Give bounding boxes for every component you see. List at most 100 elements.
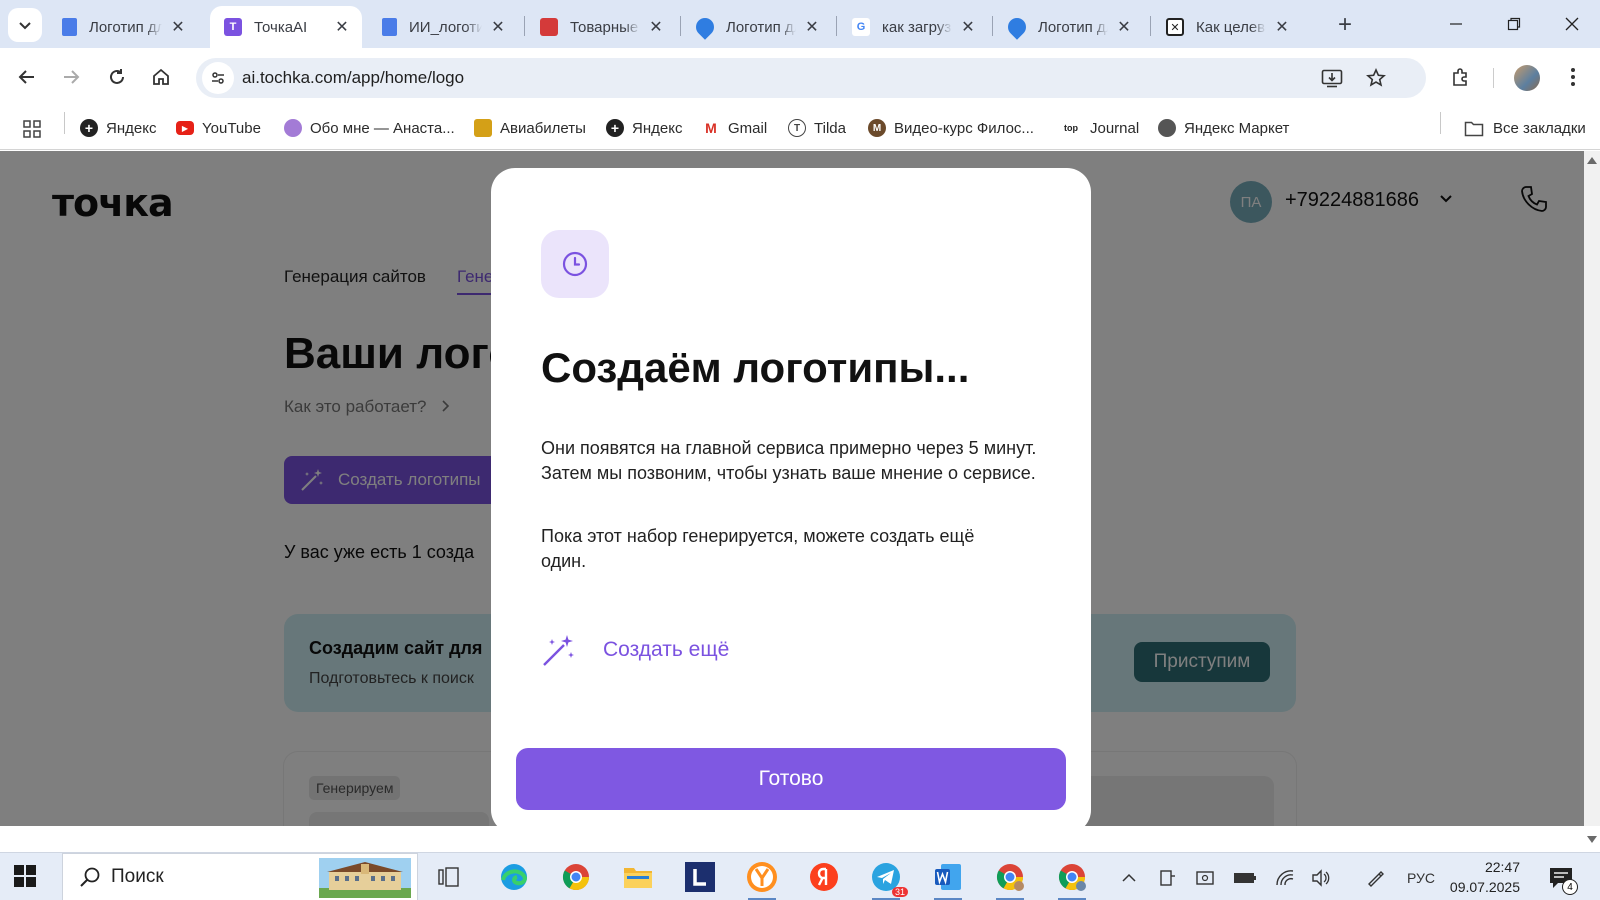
forward-button[interactable] [56,62,86,92]
menu-button[interactable] [1560,64,1586,90]
windows-start-icon[interactable] [14,865,36,887]
bookmark-item[interactable]: + Яндекс [606,116,682,140]
journal-icon: top [1060,119,1082,137]
browser-tab[interactable]: T ТочкаAI ✕ [210,6,362,48]
taskbar-explorer[interactable] [620,859,656,895]
scroll-up-arrow[interactable] [1587,157,1597,164]
browser-tab[interactable]: Логотип для ✕ [994,6,1144,48]
close-tab-icon[interactable]: ✕ [646,17,666,37]
install-app-button[interactable] [1320,66,1344,90]
tab-title: Логотип для [726,18,796,36]
close-tab-icon[interactable]: ✕ [1272,17,1292,37]
bookmark-item[interactable]: M Gmail [702,116,767,140]
tray-volume[interactable] [1310,867,1332,889]
browser-tab[interactable]: ✕ Как целевой ✕ [1152,6,1302,48]
minimize-button[interactable] [1434,8,1478,40]
google-g-icon: G [852,18,870,36]
bookmark-item[interactable]: Яндекс Маркет [1158,116,1289,140]
url-text[interactable]: ai.tochka.com/app/home/logo [242,68,464,88]
extensions-button[interactable] [1448,64,1474,90]
taskbar-word[interactable] [930,859,966,900]
close-tab-icon[interactable]: ✕ [1114,17,1134,37]
site-info-button[interactable] [202,62,234,94]
yandex-icon [810,863,838,891]
restore-button[interactable] [1492,8,1536,40]
all-bookmarks-button[interactable]: Все закладки [1464,116,1586,140]
taskbar-search[interactable]: Поиск [62,853,418,900]
close-tab-icon[interactable]: ✕ [802,17,822,37]
task-view-button[interactable] [432,859,468,895]
home-button[interactable] [146,62,176,92]
browser-tab[interactable]: Логотип для ✕ [682,6,832,48]
folder-icon [1464,121,1484,137]
tab-separator [992,16,993,36]
back-button[interactable] [12,62,42,92]
tray-meet[interactable] [1194,867,1216,889]
browser-tab[interactable]: Товарные знаки ✕ [526,6,676,48]
page-scrollbar[interactable] [1584,151,1600,826]
close-tab-icon[interactable]: ✕ [332,17,352,37]
reload-button[interactable] [102,62,132,92]
taskbar-telegram[interactable]: 31 [868,859,908,900]
scroll-down-arrow[interactable] [1587,836,1597,843]
minimize-icon [1450,23,1462,25]
close-tab-icon[interactable]: ✕ [488,17,508,37]
bookmark-item[interactable]: Авиабилеты [474,116,586,140]
tab-search-button[interactable] [8,8,42,42]
address-bar[interactable]: ai.tochka.com/app/home/logo [196,58,1426,98]
create-again-link[interactable]: Создать ещё [541,630,729,670]
notifications-button[interactable]: 4 [1548,865,1578,896]
bookmark-label: Яндекс Маркет [1184,119,1290,137]
show-hidden-icons[interactable] [1118,867,1140,889]
browser-tab[interactable]: ИИ_логотип ✕ [368,6,518,48]
grid-icon [23,120,41,138]
bookmark-item[interactable]: Обо мне — Анаста... [284,116,455,140]
tray-pen[interactable] [1364,867,1386,889]
bookmark-divider [1440,112,1441,134]
taskbar-chrome[interactable] [558,859,594,895]
system-clock[interactable]: 22:47 09.07.2025 [1444,857,1520,897]
bookmark-item[interactable]: top Journal [1060,116,1139,140]
tune-icon [212,72,224,84]
new-tab-button[interactable]: + [1330,10,1360,40]
dialog-text: Они появятся на главной сервиса примерно… [541,438,1037,483]
yandex-browser-icon [747,862,777,892]
bookmark-item[interactable]: M Видео-курс Филос... [868,116,1034,140]
tab-title: ТочкаAI [254,18,308,36]
bookmark-star-button[interactable] [1364,66,1388,90]
clock-time: 22:47 [1484,859,1520,875]
browser-tab[interactable]: Логотип для ✕ [48,6,198,48]
home-icon [153,68,169,85]
creating-logos-dialog: Создаём логотипы... Они появятся на глав… [491,168,1091,834]
flower-icon [284,119,302,137]
bookmark-item[interactable]: T Tilda [788,116,846,140]
device-icon [1160,870,1175,886]
bookmark-item[interactable]: ▶ YouTube [176,116,261,140]
profile-avatar[interactable] [1514,65,1540,91]
tray-battery[interactable] [1232,867,1258,889]
chrome-icon [996,864,1024,891]
apps-button[interactable] [22,117,42,141]
close-tab-icon[interactable]: ✕ [168,17,188,37]
bookmarks-bar: + Яндекс ▶ YouTube Обо мне — Анаста... Авиаби… [0,106,1600,150]
taskbar-chrome-active[interactable] [1054,859,1090,900]
chrome-icon [1058,864,1086,891]
dialog-title: Создаём логотипы... [541,344,970,391]
taskbar-chrome-profile[interactable] [992,859,1028,900]
close-window-button[interactable] [1550,8,1594,40]
language-indicator[interactable]: РУС [1404,867,1438,889]
close-tab-icon[interactable]: ✕ [958,17,978,37]
bookmark-item[interactable]: + Яндекс [80,116,156,140]
taskbar-yandex-browser[interactable] [744,859,780,900]
tray-device[interactable] [1156,867,1178,889]
taskbar-edge[interactable] [496,859,532,895]
tab-title: как загрузить [882,18,952,36]
taskbar-app-l[interactable] [682,859,718,895]
tray-wifi[interactable] [1274,867,1296,889]
clock-icon [562,251,588,277]
browser-tab[interactable]: Gкак загрузить ✕ [838,6,988,48]
taskbar-yandex[interactable] [806,859,842,895]
notification-count: 4 [1562,879,1578,895]
done-button[interactable]: Готово [516,748,1066,810]
clock-icon-badge [541,230,609,298]
